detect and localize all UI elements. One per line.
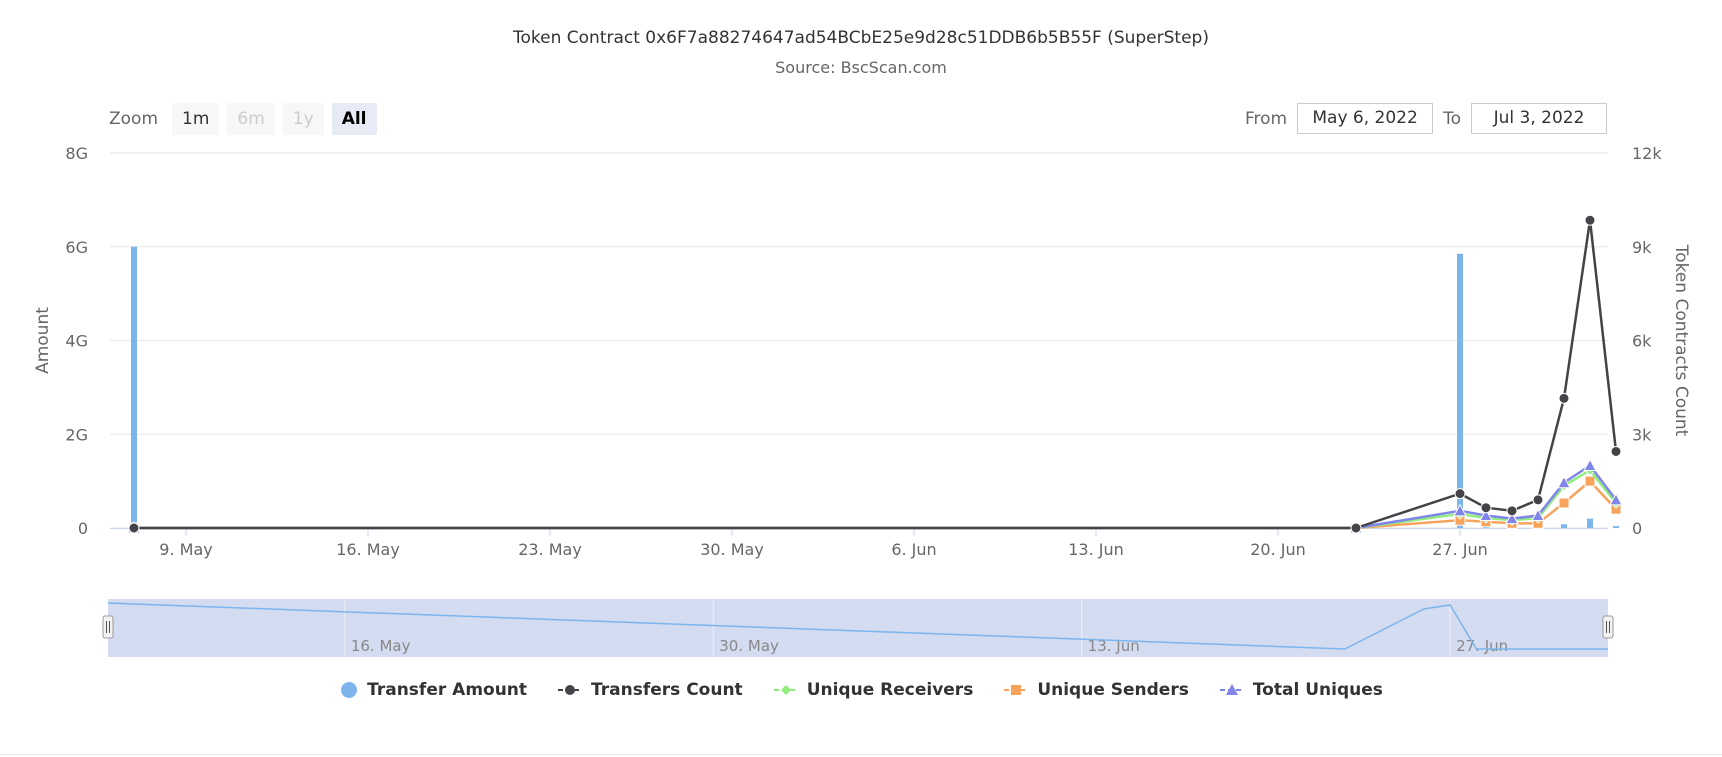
x-axis-tick-label: 20. Jun xyxy=(1250,540,1306,559)
unique-senders-point xyxy=(1584,475,1596,487)
y-axis-left-title: Amount xyxy=(33,307,53,374)
transfers-count-point xyxy=(1506,505,1518,517)
total-uniques-point xyxy=(1583,458,1597,471)
legend-item-unique-senders[interactable]: Unique Senders xyxy=(1003,680,1189,700)
transfer-amount-bar xyxy=(1561,524,1567,528)
legend-label: Transfer Amount xyxy=(367,680,528,700)
legend-item-unique-receivers[interactable]: Unique Receivers xyxy=(773,680,974,700)
legend: Transfer Amount Transfers Count Unique R… xyxy=(0,680,1722,700)
legend-line-diamond-icon xyxy=(773,685,798,695)
navigator-tick-label: 30. May xyxy=(719,637,779,655)
transfer-amount-bar xyxy=(131,246,137,528)
y-axis-right-title: Token Contracts Count xyxy=(1671,244,1691,437)
legend-label: Unique Receivers xyxy=(806,680,974,700)
bottom-divider xyxy=(0,754,1722,755)
transfers-count-point xyxy=(128,522,140,534)
x-axis-tick-label: 9. May xyxy=(159,540,212,559)
legend-line-triangle-icon xyxy=(1219,684,1244,695)
navigator-tick-label: 16. May xyxy=(351,637,411,655)
x-axis-tick-label: 16. May xyxy=(336,540,400,559)
navigator-selection xyxy=(108,599,1608,657)
transfers-count-point xyxy=(1480,502,1492,514)
unique-receivers-line xyxy=(134,468,1617,530)
transfer-amount-bar xyxy=(1587,518,1593,528)
transfers-count-point xyxy=(1532,494,1544,506)
y-axis-left-tick-label: 8G xyxy=(65,144,88,163)
legend-item-transfers-count[interactable]: Transfers Count xyxy=(557,680,743,700)
x-axis-tick-label: 13. Jun xyxy=(1068,540,1124,559)
legend-item-transfer-amount[interactable]: Transfer Amount xyxy=(339,680,527,700)
handle-grip xyxy=(1602,615,1614,639)
transfer-amount-bar xyxy=(1613,526,1619,528)
y-axis-left-tick-label: 0 xyxy=(78,519,88,538)
legend-label: Transfers Count xyxy=(591,680,743,700)
y-axis-right-tick-label: 0 xyxy=(1632,519,1642,538)
y-axis-right-tick-label: 12k xyxy=(1632,144,1662,163)
y-axis-left-tick-label: 4G xyxy=(65,332,88,351)
y-axis-right-tick-label: 3k xyxy=(1632,425,1652,444)
transfers-count-line xyxy=(134,218,1618,530)
transfers-count-point xyxy=(1454,488,1466,500)
x-axis-tick-label: 30. May xyxy=(700,540,764,559)
navigator-left-handle[interactable] xyxy=(102,615,114,639)
chart-canvas: 0 2G 4G 6G 8G 0 3k 6k 9k 12k Amount Token Contracts… xyxy=(33,144,1691,657)
transfers-count-point xyxy=(1350,522,1362,534)
navigator-right-handle[interactable] xyxy=(1602,615,1614,639)
transfer-amount-bar xyxy=(1457,253,1463,528)
transfers-count-point xyxy=(1584,214,1596,226)
transfers-count-point xyxy=(1558,392,1570,404)
legend-item-total-uniques[interactable]: Total Uniques xyxy=(1219,680,1383,700)
legend-label: Total Uniques xyxy=(1252,680,1383,700)
total-uniques-line xyxy=(134,464,1617,530)
y-axis-left-tick-label: 2G xyxy=(65,425,88,444)
handle-grip xyxy=(102,615,114,639)
x-axis-tick-label: 27. Jun xyxy=(1432,540,1488,559)
legend-circle-icon xyxy=(341,682,358,698)
unique-senders-point xyxy=(1558,497,1570,509)
navigator-tick-label: 27. Jun xyxy=(1456,637,1508,655)
legend-label: Unique Senders xyxy=(1037,680,1189,700)
x-axis-tick-label: 23. May xyxy=(518,540,582,559)
y-axis-right-tick-label: 6k xyxy=(1632,332,1652,351)
x-axis-tick-label: 6. Jun xyxy=(891,540,936,559)
legend-line-square-icon xyxy=(1004,685,1029,695)
transfers-count-point xyxy=(1610,445,1622,457)
y-axis-left-tick-label: 6G xyxy=(65,238,88,257)
legend-line-circle-icon xyxy=(558,685,583,695)
y-axis-right-tick-label: 9k xyxy=(1632,238,1652,257)
